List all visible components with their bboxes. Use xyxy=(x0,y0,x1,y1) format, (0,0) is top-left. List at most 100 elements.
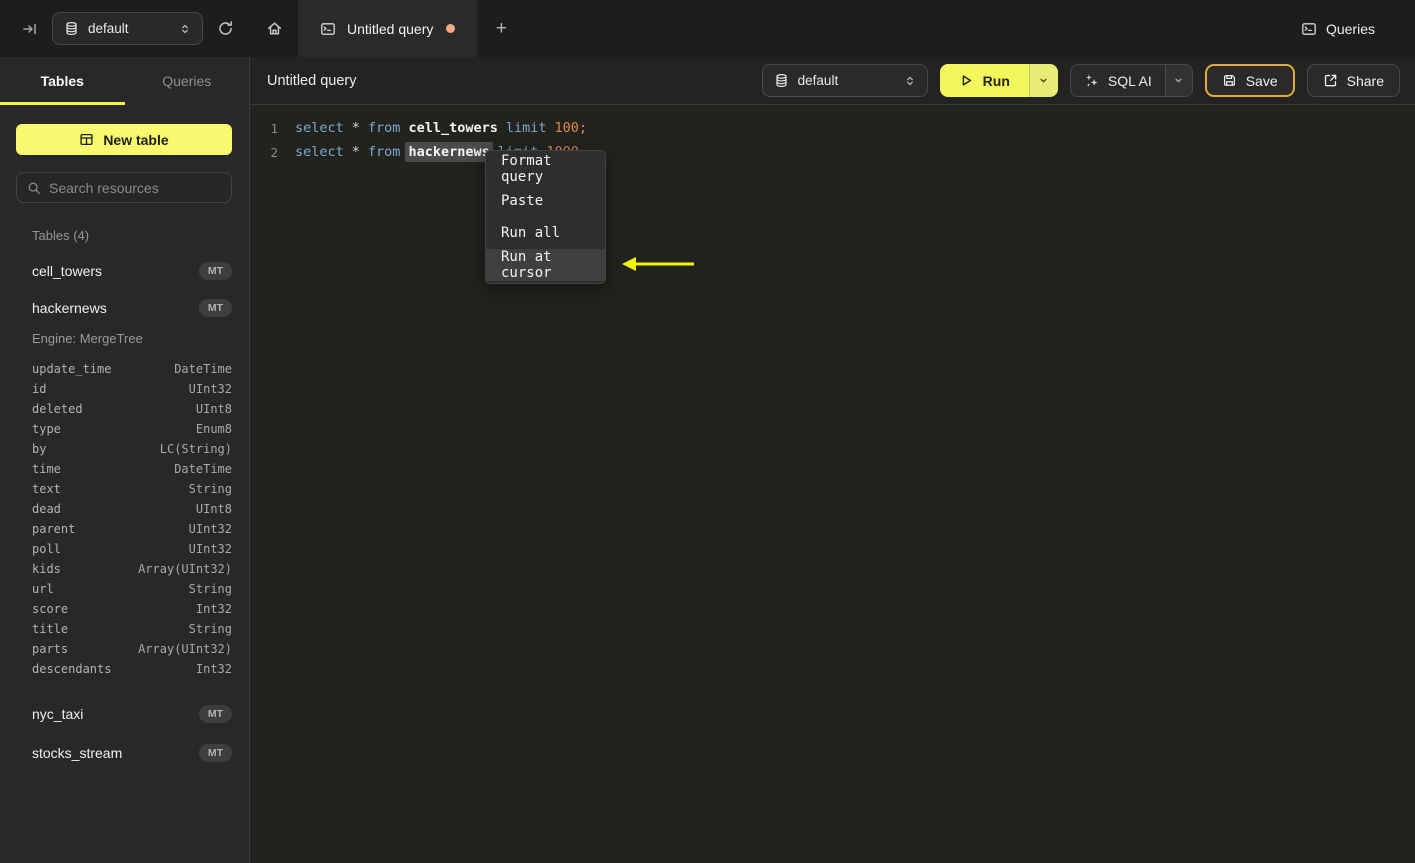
queries-button-label: Queries xyxy=(1325,20,1375,37)
menu-item-run-at-cursor[interactable]: Run at cursor xyxy=(486,249,605,281)
column-row: poll UInt32 xyxy=(32,539,232,559)
table-row-cell-towers[interactable]: cell_towers MT xyxy=(32,262,232,280)
refresh-button[interactable] xyxy=(217,20,234,37)
column-type: Array(UInt32) xyxy=(138,642,232,656)
tab-untitled-query[interactable]: Untitled query xyxy=(298,0,478,57)
save-icon xyxy=(1222,73,1237,88)
search-input[interactable] xyxy=(49,179,221,196)
sql-keyword: limit xyxy=(505,120,547,136)
new-tab-button[interactable]: + xyxy=(477,0,525,57)
column-name: descendants xyxy=(32,662,112,676)
column-row: title String xyxy=(32,619,232,639)
sql-ai-button[interactable]: SQL AI xyxy=(1069,64,1193,97)
column-type: Int32 xyxy=(195,662,232,676)
console-icon xyxy=(320,21,336,37)
table-row-hackernews[interactable]: hackernews MT xyxy=(32,299,232,317)
column-name: type xyxy=(32,422,61,436)
console-icon xyxy=(1301,21,1317,37)
column-list: update_time DateTime id UInt32 deleted UInt… xyxy=(32,359,232,679)
play-icon xyxy=(959,73,974,88)
sidebar-tab-tables[interactable]: Tables xyxy=(0,57,125,105)
column-row: time DateTime xyxy=(32,459,232,479)
column-name: time xyxy=(32,462,61,476)
sql-editor[interactable]: 1 select * from cell_towers limit 100; 2… xyxy=(250,105,1415,863)
line-number: 1 xyxy=(270,120,278,136)
engine-badge: MT xyxy=(198,262,232,280)
sql-star: * xyxy=(351,120,360,136)
sql-ai-options-chevron[interactable] xyxy=(1164,65,1192,96)
run-button[interactable]: Run xyxy=(939,64,1058,97)
queries-button[interactable]: Queries xyxy=(1301,21,1375,37)
column-name: parent xyxy=(32,522,76,536)
line-number: 2 xyxy=(270,144,278,160)
tab-strip: Untitled query + xyxy=(250,0,1301,57)
database-icon xyxy=(64,21,79,36)
column-type: String xyxy=(188,622,232,636)
column-type: DateTime xyxy=(174,462,232,476)
column-type: UInt32 xyxy=(188,522,232,536)
menu-item-paste[interactable]: Paste xyxy=(486,185,605,217)
menu-item-run-all[interactable]: Run all xyxy=(486,217,605,249)
column-row: deleted UInt8 xyxy=(32,399,232,419)
column-name: parts xyxy=(32,642,69,656)
table-name: cell_towers xyxy=(32,263,103,279)
sql-star: * xyxy=(351,144,360,160)
sql-keyword: select xyxy=(295,120,344,136)
database-selector[interactable]: default xyxy=(52,12,203,45)
column-name: id xyxy=(32,382,47,396)
table-row-nyc-taxi[interactable]: nyc_taxi MT xyxy=(32,705,232,723)
code-line-1[interactable]: 1 select * from cell_towers limit 100; xyxy=(250,116,1415,140)
table-icon xyxy=(79,132,94,147)
engine-badge: MT xyxy=(198,705,232,723)
column-name: score xyxy=(32,602,69,616)
table-name: stocks_stream xyxy=(32,745,123,761)
top-bar: default Untitled query + Queries xyxy=(0,0,1415,57)
code-line-2[interactable]: 2 select * from hackernews limit 1000 xyxy=(250,140,1415,164)
chevron-updown-icon xyxy=(179,23,191,35)
run-button-main[interactable]: Run xyxy=(939,64,1029,97)
annotation-arrow-icon xyxy=(621,254,697,274)
sql-keyword: select xyxy=(295,144,344,160)
column-name: text xyxy=(32,482,61,496)
chevron-down-icon xyxy=(1173,75,1184,86)
column-type: DateTime xyxy=(174,362,232,376)
sidebar-tab-queries[interactable]: Queries xyxy=(125,57,250,105)
collapse-sidebar-button[interactable] xyxy=(22,21,38,37)
search-box xyxy=(16,172,232,203)
sql-table-name-highlighted: hackernews xyxy=(405,142,493,162)
active-tab-underline xyxy=(0,102,125,105)
column-row: by LC(String) xyxy=(32,439,232,459)
refresh-icon xyxy=(217,20,234,37)
toolbar-database-value: default xyxy=(797,73,839,88)
chevron-updown-icon xyxy=(904,75,916,87)
run-options-chevron[interactable] xyxy=(1028,64,1058,97)
toolbar-database-selector[interactable]: default xyxy=(761,64,928,97)
home-button[interactable] xyxy=(250,0,298,57)
database-icon xyxy=(774,73,789,88)
sql-keyword: from xyxy=(367,120,401,136)
column-name: title xyxy=(32,622,69,636)
sql-ai-button-label: SQL AI xyxy=(1107,72,1152,89)
collapse-sidebar-icon xyxy=(22,21,38,37)
new-table-button[interactable]: New table xyxy=(16,124,232,155)
column-row: update_time DateTime xyxy=(32,359,232,379)
column-name: by xyxy=(32,442,47,456)
share-button[interactable]: Share xyxy=(1306,64,1400,97)
column-type: UInt8 xyxy=(195,502,232,516)
column-type: Int32 xyxy=(195,602,232,616)
database-selector-value: default xyxy=(88,21,129,36)
engine-label: Engine: MergeTree xyxy=(32,331,143,346)
sql-keyword: from xyxy=(367,144,401,160)
menu-item-format-query[interactable]: Format query xyxy=(486,153,605,185)
tab-title: Untitled query xyxy=(347,20,434,37)
column-type: Array(UInt32) xyxy=(138,562,232,576)
table-row-stocks-stream[interactable]: stocks_stream MT xyxy=(32,744,232,762)
sql-ai-button-main[interactable]: SQL AI xyxy=(1071,65,1165,96)
engine-badge: MT xyxy=(198,744,232,762)
save-button[interactable]: Save xyxy=(1204,64,1295,97)
column-row: kids Array(UInt32) xyxy=(32,559,232,579)
search-icon xyxy=(27,181,41,195)
column-name: kids xyxy=(32,562,61,576)
column-row: type Enum8 xyxy=(32,419,232,439)
sql-table-name: cell_towers xyxy=(408,120,498,136)
